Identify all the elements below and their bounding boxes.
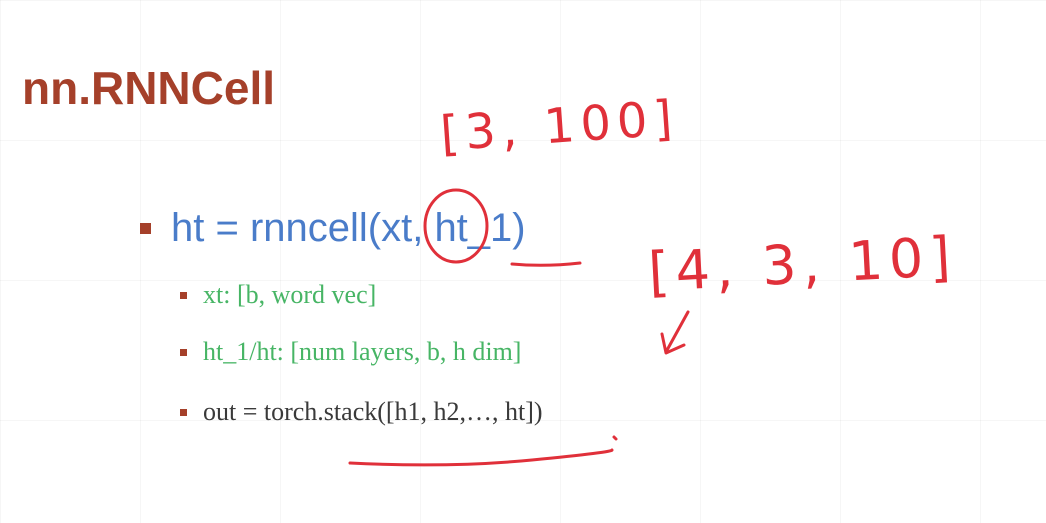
sub-bullet-text: ht_1/ht: [num layers, b, h dim] bbox=[203, 337, 522, 366]
sub-bullet-marker bbox=[180, 408, 187, 416]
annotation-top: [3, 100] bbox=[439, 90, 680, 162]
ink-dot bbox=[612, 435, 618, 441]
annotation-right: [4, 3, 10] bbox=[647, 225, 958, 304]
sub-bullet-out: out = torch.stack([h1, h2,…, ht]) bbox=[180, 392, 543, 432]
sub-bullet-text: out = torch.stack([h1, h2,…, ht]) bbox=[203, 397, 543, 426]
main-bullet: ht = rnncell(xt, ht_1) bbox=[140, 200, 526, 256]
underline-torch-stack bbox=[348, 448, 614, 467]
arrow-head bbox=[660, 332, 686, 355]
sub-bullet-text: xt: [b, word vec] bbox=[203, 280, 377, 309]
underline-ht-1 bbox=[510, 261, 582, 267]
bullet-marker bbox=[140, 222, 151, 234]
slide: nn.RNNCell ht = rnncell(xt, ht_1) xt: [b… bbox=[0, 0, 1046, 523]
slide-title: nn.RNNCell bbox=[22, 62, 275, 114]
arrow-shaft bbox=[664, 310, 690, 354]
sub-bullet-marker bbox=[180, 291, 187, 299]
sub-bullet-xt: xt: [b, word vec] bbox=[180, 275, 376, 315]
main-bullet-text: ht = rnncell(xt, ht_1) bbox=[171, 206, 526, 250]
sub-bullet-ht: ht_1/ht: [num layers, b, h dim] bbox=[180, 332, 521, 372]
sub-bullet-marker bbox=[180, 348, 187, 356]
